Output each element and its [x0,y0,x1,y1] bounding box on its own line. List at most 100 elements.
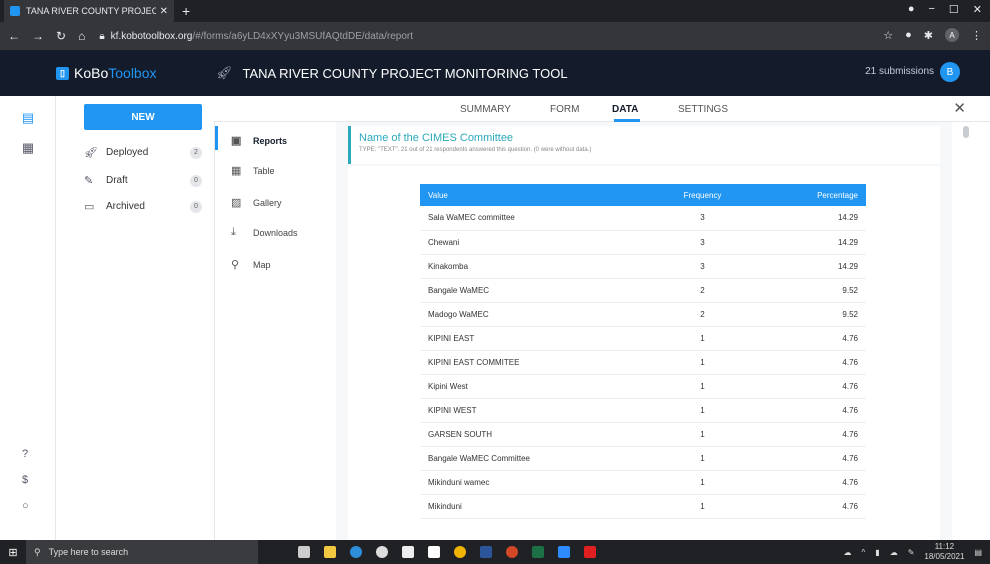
github-icon[interactable]: ○ [22,500,29,512]
cell-percentage: 14.29 [754,230,866,255]
browser-tab[interactable]: TANA RIVER COUNTY PROJECT M ✕ [4,0,174,22]
tab-form[interactable]: FORM [550,104,579,115]
acrobat-icon[interactable] [584,546,596,558]
help-icon[interactable]: ? [22,448,28,460]
clock[interactable]: 11:12 18/05/2021 [924,542,964,562]
media-icon[interactable] [376,546,388,558]
menu-dots-icon[interactable]: ⋮ [971,29,982,42]
new-tab-icon[interactable]: + [182,3,190,19]
report-content: Name of the CIMES Committee TYPE: "TEXT"… [336,122,952,540]
profile-dot-icon[interactable]: ● [908,3,915,16]
cell-percentage: 9.52 [754,302,866,327]
library-icon[interactable]: ▦ [20,140,36,156]
zoom-icon[interactable] [558,546,570,558]
table-row: GARSEN SOUTH 1 4.76 [420,422,866,447]
sidebar-item-deployed[interactable]: 🚀︎ Deployed 2 [84,146,202,159]
star-icon[interactable]: ☆ [883,29,893,42]
support-icon[interactable]: $ [22,474,28,486]
table-header-row: Value Frequency Percentage [420,184,866,206]
question-meta: TYPE: "TEXT". 21 out of 21 respondents a… [359,147,592,153]
cell-value: Mikinduni wamec [420,470,651,495]
puzzle-icon[interactable]: ✱ [924,29,933,42]
nav-table[interactable]: ▦ Table [231,164,275,177]
edge-icon[interactable] [350,546,362,558]
address-bar: ← → ↻ ⌂ 🔒︎ kf.kobotoolbox.org /#/forms/a… [0,22,990,50]
count-badge: 0 [190,174,202,187]
report-nav: ▣ Reports ▦ Table ▨ Gallery ⤓ Downloads … [214,122,336,540]
sidebar-item-label: Archived [106,201,145,212]
col-header-percentage: Percentage [754,184,866,206]
forms-icon[interactable]: ▤ [20,110,36,126]
weather-icon[interactable]: ☁ [844,548,852,557]
file-explorer-icon[interactable] [324,546,336,558]
nav-reports[interactable]: ▣ Reports [231,134,287,147]
report-table-card: Value Frequency Percentage Sala WaMEC co… [348,166,940,540]
word-icon[interactable] [480,546,492,558]
cell-percentage: 4.76 [754,374,866,399]
close-tab-icon[interactable]: ✕ [160,6,168,17]
sidebar-item-archived[interactable]: ▭ Archived 0 [84,200,202,213]
minimize-icon[interactable]: − [928,3,934,16]
profile-avatar[interactable]: A [945,28,959,42]
scroll-thumb[interactable] [963,126,969,138]
home-icon[interactable]: ⌂ [78,29,85,43]
windows-start-icon[interactable]: ⊞ [0,540,26,564]
table-row: KIPINI WEST 1 4.76 [420,398,866,423]
cell-percentage: 9.52 [754,278,866,303]
pen-icon[interactable]: ✎ [908,548,915,557]
powerpoint-icon[interactable] [506,546,518,558]
notifications-icon[interactable]: ▤ [974,548,982,557]
project-tabs: SUMMARY FORM DATA SETTINGS ✕ [214,96,990,122]
cell-value: Sala WaMEC committee [420,206,651,231]
reload-icon[interactable]: ↻ [56,29,66,43]
dropbox-icon[interactable] [402,546,414,558]
cell-frequency: 1 [650,422,755,447]
task-view-icon[interactable] [298,546,310,558]
table-row: Kipini West 1 4.76 [420,374,866,399]
battery-icon[interactable]: ▮ [875,548,879,557]
forward-icon[interactable]: → [32,29,44,43]
winamp-icon[interactable] [428,546,440,558]
nav-label: Table [253,165,275,176]
network-icon[interactable]: ☁ [890,548,898,557]
question-header: Name of the CIMES Committee TYPE: "TEXT"… [348,126,940,164]
cell-frequency: 1 [650,494,755,519]
sidebar-item-label: Deployed [106,147,149,158]
nav-gallery[interactable]: ▨ Gallery [231,196,282,209]
left-rail: ▤ ▦ ? $ ○ [0,96,56,540]
kobo-logo[interactable]: ▯ KoBoToolbox [56,65,216,81]
taskbar-search[interactable]: ⚲ Type here to search [26,540,258,564]
excel-icon[interactable] [532,546,544,558]
sidebar: NEW 🚀︎ Deployed 2 ✎ Draft 0 ▭ Archived 0 [56,96,214,540]
tab-settings[interactable]: SETTINGS [678,104,728,115]
browser-tab-strip: TANA RIVER COUNTY PROJECT M ✕ + ● − ☐ ✕ [0,0,990,22]
new-button[interactable]: NEW [84,104,202,130]
project-title: TANA RIVER COUNTY PROJECT MONITORING TOO… [242,65,568,81]
scrollbar[interactable] [952,122,990,540]
tab-data[interactable]: DATA [612,104,638,115]
maximize-icon[interactable]: ☐ [949,3,959,16]
window-close-icon[interactable]: ✕ [973,3,982,16]
cell-percentage: 4.76 [754,326,866,351]
cell-value: KIPINI WEST [420,398,651,423]
cell-percentage: 14.29 [754,206,866,231]
nav-label: Downloads [253,227,298,238]
lock-icon: 🔒︎ [99,30,105,42]
nav-label: Gallery [253,197,282,208]
extension-icon[interactable]: ● [905,29,912,41]
back-icon[interactable]: ← [8,29,20,43]
close-icon[interactable]: ✕ [953,99,966,117]
url-field[interactable]: 🔒︎ kf.kobotoolbox.org /#/forms/a6yLD4xXY… [99,31,413,42]
chrome-icon[interactable] [454,546,466,558]
tab-summary[interactable]: SUMMARY [460,104,511,115]
col-header-frequency: Frequency [650,184,755,206]
cell-frequency: 3 [650,254,755,279]
question-title: Name of the CIMES Committee [359,132,514,144]
deployed-icon: 🚀︎ [84,147,98,159]
sidebar-item-draft[interactable]: ✎ Draft 0 [84,174,202,187]
user-avatar[interactable]: B [940,62,960,82]
nav-downloads[interactable]: ⤓ Downloads [231,226,298,239]
nav-map[interactable]: ⚲ Map [231,258,271,271]
reports-icon: ▣ [231,135,242,147]
tray-chevron-icon[interactable]: ^ [862,548,866,557]
